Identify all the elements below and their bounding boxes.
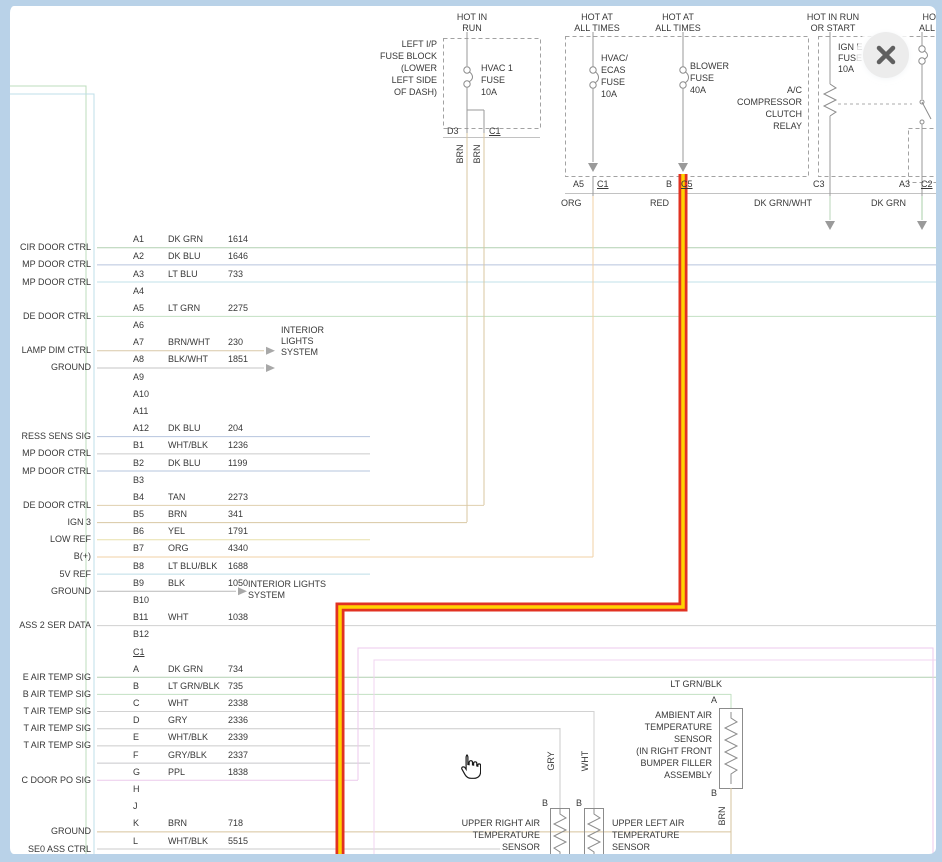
pin-row-B6: B6YEL1791 — [0, 526, 942, 536]
pin-row-B: BLT GRN/BLK735 — [0, 681, 942, 691]
pin-row-B9: B9BLK1050 — [0, 578, 942, 588]
pin-row-E: EWHT/BLK2339 — [0, 732, 942, 742]
pin-row-A1: A1DK GRN1614 — [0, 234, 942, 244]
pin-row-A2: A2DK BLU1646 — [0, 251, 942, 261]
pin-row-C: CWHT2338 — [0, 698, 942, 708]
connector-label-c1: C1 — [597, 179, 609, 190]
pin-row-B7: B7ORG4340 — [0, 543, 942, 553]
pin-row-A: ADK GRN734 — [0, 664, 942, 674]
pin-row-D: DGRY2336 — [0, 715, 942, 725]
close-icon — [863, 32, 909, 78]
connector-label-c2: C2 — [921, 179, 933, 190]
ign-fuse-label: IGN EFUSE10A — [838, 42, 863, 75]
pin-label-a3: A3 — [899, 179, 910, 190]
connector-label-c1: C1 — [489, 126, 501, 137]
ac-relay-label: A/CCOMPRESSOR CLUTCHRELAY — [720, 84, 802, 132]
pin-row-J: J — [0, 801, 942, 811]
pin-row-F: FGRY/BLK2337 — [0, 750, 942, 760]
wiring-diagram-viewer: HOT INRUN HOT ATALL TIMES HOT ATALL TIME… — [0, 0, 942, 862]
pin-row-A9: A9 — [0, 372, 942, 382]
pin-label-a5: A5 — [573, 179, 584, 190]
pin-row-A11: A11 — [0, 406, 942, 416]
pin-row-B2: B2DK BLU1199 — [0, 458, 942, 468]
wire-label-dk-grn: DK GRN — [856, 198, 906, 209]
power-label: HOT INRUN — [437, 12, 507, 34]
pin-label-d3: D3 — [447, 126, 459, 137]
wire-label-dk-grn-wht: DK GRN/WHT — [750, 198, 812, 209]
pin-row-B8: B8LT BLU/BLK1688 — [0, 561, 942, 571]
pin-row-A6: A6 — [0, 320, 942, 330]
pin-row-G: GPPL1838 — [0, 767, 942, 777]
power-label: HOT ATALL TIMES — [562, 12, 632, 34]
fuse-block-note: LEFT I/PFUSE BLOCK (LOWERLEFT SIDE OF DA… — [355, 38, 437, 98]
pin-row-B11: B11WHT1038 — [0, 612, 942, 622]
pin-row-B5: B5BRN341 — [0, 509, 942, 519]
power-label: HOTALL TI — [897, 12, 942, 34]
power-label: HOT ATALL TIMES — [643, 12, 713, 34]
pin-label-c3: C3 — [813, 179, 825, 190]
pin-row-B4: B4TAN2273 — [0, 492, 942, 502]
pin-row-A4: A4 — [0, 286, 942, 296]
pin-row-H: H — [0, 784, 942, 794]
connector-label-c5: C5 — [681, 179, 693, 190]
pin-row-B1: B1WHT/BLK1236 — [0, 440, 942, 450]
pin-row-L: LWHT/BLK5515 — [0, 836, 942, 846]
pin-row-A12: A12DK BLU204 — [0, 423, 942, 433]
hvac-ecas-fuse-label: HVAC/ECAS FUSE10A — [601, 52, 628, 100]
pin-row-A10: A10 — [0, 389, 942, 399]
pin-label-b: B — [666, 179, 672, 190]
pin-row-K: KBRN718 — [0, 818, 942, 828]
pin-row-C1: C1 — [0, 647, 942, 657]
pin-row-A7: A7BRN/WHT230 — [0, 337, 942, 347]
pin-row-A3: A3LT BLU733 — [0, 269, 942, 279]
wire-label-org: ORG — [561, 198, 582, 209]
close-button[interactable] — [863, 32, 909, 78]
pin-row-B3: B3 — [0, 475, 942, 485]
pin-row-A5: A5LT GRN2275 — [0, 303, 942, 313]
wire-label-red: RED — [650, 198, 669, 209]
wire-label-brn: BRN — [455, 139, 465, 169]
pin-row-A8: A8BLK/WHT1851 — [0, 354, 942, 364]
wire-label-brn: BRN — [472, 139, 482, 169]
pin-row-B10: B10 — [0, 595, 942, 605]
pin-row-M: MPPL/WHT — [0, 853, 942, 862]
power-label: HOT IN RUNOR START — [798, 12, 868, 34]
diagram-text-layer: HOT INRUN HOT ATALL TIMES HOT ATALL TIME… — [0, 0, 942, 862]
pin-row-B12: B12 — [0, 629, 942, 639]
hvac1-fuse-label: HVAC 1FUSE10A — [481, 62, 513, 98]
